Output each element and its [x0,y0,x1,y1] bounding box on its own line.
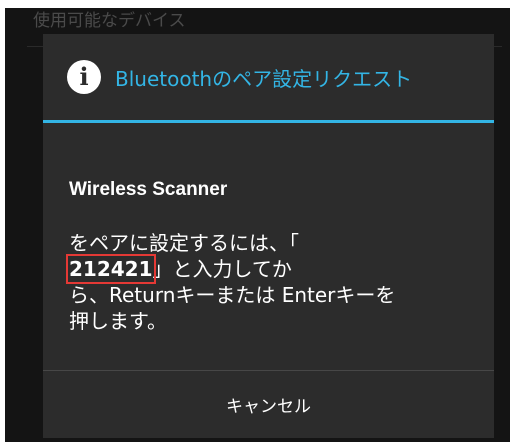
message-line-1: をペアに設定するには、「 [69,231,299,255]
dialog-title: Bluetoothのペア設定リクエスト [115,66,413,91]
title-divider [43,120,494,123]
info-icon: i [67,60,101,94]
message-line-2: 212421」と入力してか [66,254,469,284]
pairing-pin: 212421 [66,254,156,284]
message-line-3: ら、Returnキーまたは Enterキーを [69,283,396,307]
message-line-2-rest: 」と入力してか [152,257,292,281]
cancel-button[interactable]: キャンセル [43,371,494,438]
message-line-4: 押します。 [69,309,167,333]
bluetooth-pairing-dialog: i Bluetoothのペア設定リクエスト Wireless Scanner を… [43,34,494,438]
pairing-instructions: をペアに設定するには、「 212421」と入力してか ら、Returnキーまたは… [66,230,469,334]
dialog-title-bar: i Bluetoothのペア設定リクエスト [43,34,494,120]
available-devices-header: 使用可能なデバイス [33,11,186,31]
device-name: Wireless Scanner [69,179,228,200]
screen: 使用可能なデバイス i Bluetoothのペア設定リクエスト Wireless… [5,8,510,442]
